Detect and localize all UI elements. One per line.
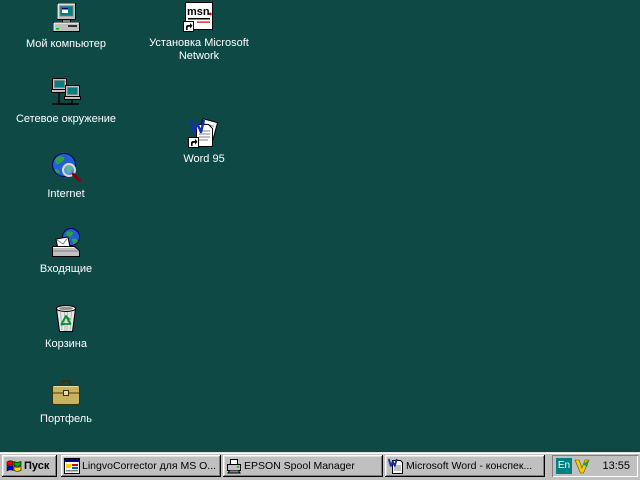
desktop[interactable]: Мой компьютер Сетевое окружение Internet <box>0 0 640 452</box>
shortcut-arrow-icon <box>183 21 194 32</box>
taskbar: Пуск LingvoCorrector для MS O... EPSON S… <box>0 452 640 480</box>
desktop-icon-label[interactable]: Установка Microsoft Network <box>144 37 254 63</box>
word-document-icon[interactable] <box>188 117 220 149</box>
my-computer-icon[interactable] <box>50 2 82 34</box>
shortcut-arrow-icon <box>188 137 199 148</box>
desktop-icon-label[interactable]: Корзина <box>45 338 87 351</box>
desktop-icon-label[interactable]: Мой компьютер <box>26 38 106 51</box>
desktop-icon-label[interactable]: Сетевое окружение <box>16 113 116 126</box>
task-label: LingvoCorrector для MS O... <box>82 460 217 472</box>
desktop-icon-label[interactable]: Входящие <box>40 263 92 276</box>
lingvo-corrector-icon <box>64 458 80 474</box>
start-button[interactable]: Пуск <box>2 455 57 477</box>
task-label: Microsoft Word - конспек... <box>406 460 533 472</box>
task-label: EPSON Spool Manager <box>244 460 355 472</box>
task-button-lingvo-corrector[interactable]: LingvoCorrector для MS O... <box>61 455 221 477</box>
printer-icon <box>227 459 241 474</box>
desktop-icon-recycle-bin[interactable]: Корзина <box>11 302 121 351</box>
msn-setup-icon[interactable]: msn <box>183 1 215 33</box>
desktop-icon-word-95[interactable]: Word 95 <box>149 117 259 166</box>
network-neighborhood-icon[interactable] <box>50 77 82 109</box>
briefcase-icon[interactable] <box>50 377 82 409</box>
windows-flag-icon <box>6 460 22 472</box>
svg-text:msn: msn <box>187 6 210 18</box>
desktop-icon-internet[interactable]: Internet <box>11 152 121 201</box>
desktop-icon-label[interactable]: Word 95 <box>183 153 224 166</box>
desktop-icon-network-neighborhood[interactable]: Сетевое окружение <box>11 77 121 126</box>
desktop-icon-msn-setup[interactable]: msn Установка Microsoft Network <box>144 1 254 63</box>
desktop-icon-label[interactable]: Internet <box>47 188 84 201</box>
task-button-microsoft-word[interactable]: Microsoft Word - конспек... <box>385 455 545 477</box>
task-button-epson-spool-manager[interactable]: EPSON Spool Manager <box>223 455 383 477</box>
desktop-icon-my-computer[interactable]: Мой компьютер <box>11 2 121 51</box>
language-indicator[interactable]: En <box>556 458 572 474</box>
desktop-icon-inbox[interactable]: Входящие <box>11 227 121 276</box>
inbox-icon[interactable] <box>50 227 82 259</box>
clock[interactable]: 13:55 <box>602 455 630 477</box>
system-tray: En 13:55 <box>552 455 638 477</box>
start-label: Пуск <box>24 460 50 472</box>
internet-globe-icon[interactable] <box>50 152 82 184</box>
word-icon <box>388 458 403 474</box>
recycle-bin-icon[interactable] <box>50 302 82 334</box>
desktop-icon-briefcase[interactable]: Портфель <box>11 377 121 426</box>
tray-app-icon[interactable] <box>574 458 590 474</box>
desktop-icon-label[interactable]: Портфель <box>40 413 92 426</box>
